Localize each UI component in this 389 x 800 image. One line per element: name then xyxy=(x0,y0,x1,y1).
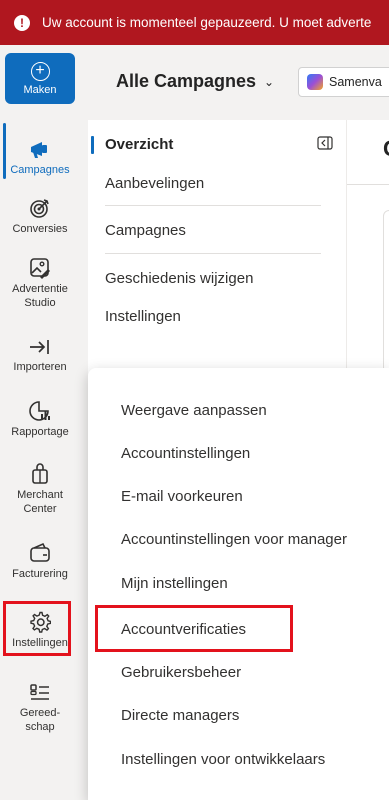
account-paused-banner: ! Uw account is momenteel gepauzeerd. U … xyxy=(0,0,389,45)
rail-item-advertentie-studio[interactable]: Advertentie Studio xyxy=(0,257,80,310)
menu-item-mijn-instellingen[interactable]: Mijn instellingen xyxy=(121,575,228,592)
rail-item-label: Merchant Center xyxy=(17,489,63,515)
import-arrow-icon xyxy=(30,340,49,354)
plus-icon: + xyxy=(30,61,50,81)
summary-label: Samenva xyxy=(329,75,382,89)
create-button[interactable]: + Maken xyxy=(5,53,75,104)
campaign-selector-label: Alle Campagnes xyxy=(116,71,257,91)
main-divider xyxy=(347,184,389,185)
rail-item-gereedschap[interactable]: Gereed- schap xyxy=(0,683,80,734)
subnav-divider xyxy=(105,253,321,254)
rail-item-importeren[interactable]: Importeren xyxy=(0,337,80,374)
chevron-down-icon: ⌄ xyxy=(264,74,275,89)
subnav-divider xyxy=(105,205,321,206)
subnav-item-campagnes[interactable]: Campagnes xyxy=(105,222,186,239)
campaign-selector[interactable]: Alle Campagnes ⌄ xyxy=(116,71,274,92)
instellingen-highlight-box xyxy=(3,601,71,656)
rail-item-label: Rapportage xyxy=(11,426,69,438)
collapse-panel-icon[interactable] xyxy=(317,136,333,150)
copilot-icon xyxy=(307,74,323,90)
image-edit-icon xyxy=(30,258,50,279)
page-title: C xyxy=(383,136,389,162)
rail-item-label: Conversies xyxy=(12,223,68,235)
left-rail: + Maken Campagnes Conversies Advertentie… xyxy=(0,45,88,800)
shopping-bag-icon xyxy=(32,463,48,484)
top-bar: Alle Campagnes ⌄ Samenva xyxy=(88,45,389,120)
settings-flyout-menu: Weergave aanpassen Accountinstellingen E… xyxy=(88,368,389,800)
menu-item-email-voorkeuren[interactable]: E-mail voorkeuren xyxy=(121,488,243,505)
menu-item-gebruikersbeheer[interactable]: Gebruikersbeheer xyxy=(121,664,241,681)
target-icon xyxy=(30,199,49,218)
rail-item-conversies[interactable]: Conversies xyxy=(0,197,80,236)
create-button-label: Maken xyxy=(23,83,57,96)
menu-item-accountinstellingen[interactable]: Accountinstellingen xyxy=(121,445,250,462)
megaphone-icon xyxy=(31,142,47,158)
menu-item-accountinstellingen-manager[interactable]: Accountinstellingen voor manager xyxy=(121,531,347,548)
subnav-item-overzicht[interactable]: Overzicht xyxy=(105,136,173,153)
subnav-item-instellingen[interactable]: Instellingen xyxy=(105,308,181,325)
tools-icon xyxy=(30,684,49,700)
accountverificaties-highlight-box xyxy=(95,605,293,652)
banner-message: Uw account is momenteel gepauzeerd. U mo… xyxy=(42,15,372,30)
rail-item-merchant-center[interactable]: Merchant Center xyxy=(0,463,80,516)
menu-item-directe-managers[interactable]: Directe managers xyxy=(121,707,239,724)
rail-item-label: Facturering xyxy=(12,568,68,580)
rail-item-label: Campagnes xyxy=(10,164,70,176)
subnav-item-geschiedenis[interactable]: Geschiedenis wijzigen xyxy=(105,270,253,287)
report-chart-icon xyxy=(29,401,50,421)
alert-icon: ! xyxy=(14,14,30,31)
menu-item-weergave-aanpassen[interactable]: Weergave aanpassen xyxy=(121,402,267,419)
subnav-active-indicator xyxy=(91,136,94,154)
rail-item-label: Advertentie Studio xyxy=(12,283,68,309)
subnav-item-aanbevelingen[interactable]: Aanbevelingen xyxy=(105,175,204,192)
wallet-icon xyxy=(30,542,50,562)
rail-item-facturering[interactable]: Facturering xyxy=(0,542,80,581)
menu-item-ontwikkelaars[interactable]: Instellingen voor ontwikkelaars xyxy=(121,751,325,768)
rail-item-rapportage[interactable]: Rapportage xyxy=(0,400,80,439)
copilot-summary-button[interactable]: Samenva xyxy=(298,67,389,97)
rail-item-label: Importeren xyxy=(13,361,67,373)
rail-item-campagnes[interactable]: Campagnes xyxy=(0,140,80,177)
rail-item-label: Gereed- schap xyxy=(19,707,61,733)
